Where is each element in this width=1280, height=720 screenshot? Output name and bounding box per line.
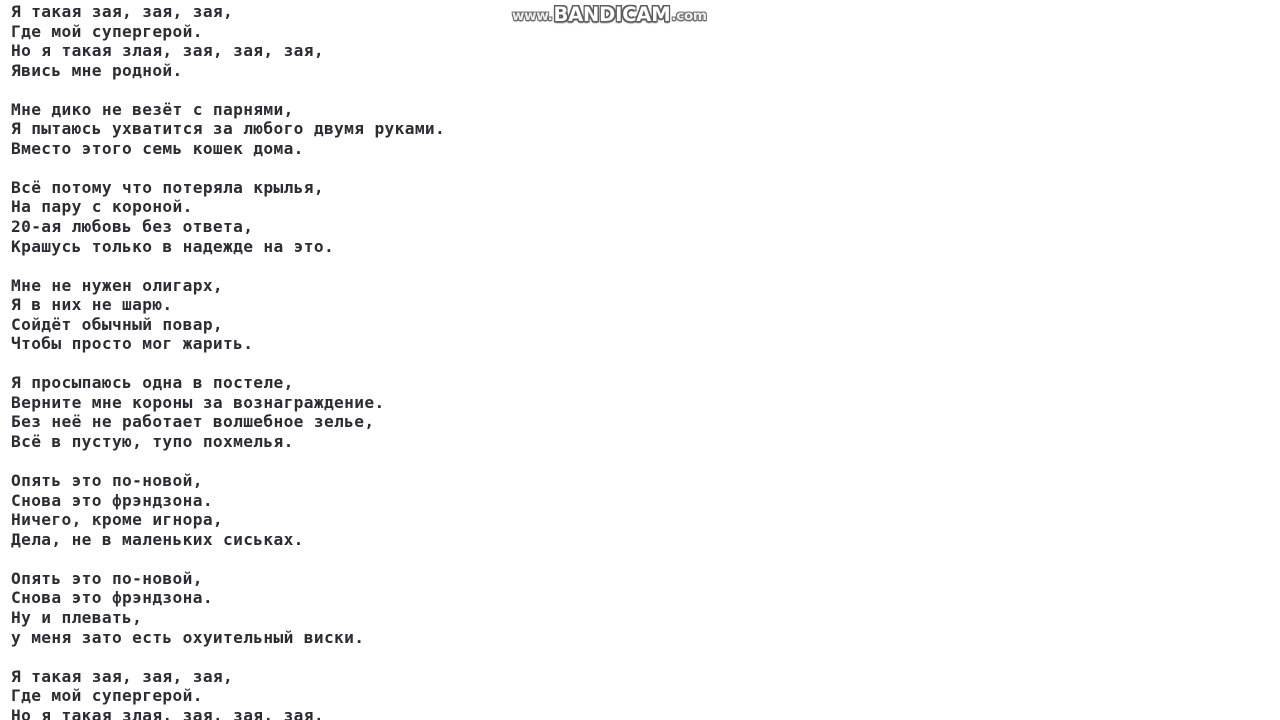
lyrics-line: Сойдёт обычный повар, <box>11 314 224 334</box>
lyrics-stanza: Я такая зая, зая, зая, Где мой супергерой… <box>11 667 1271 720</box>
lyrics-line: Без неё не работает волшебное зелье, <box>11 412 375 432</box>
lyrics-line: Я такая зая, зая, зая, <box>11 666 234 686</box>
lyrics-line: 20-ая любовь без ответа, <box>11 217 254 237</box>
lyrics-line: Опять это по-новой, <box>11 568 203 588</box>
lyrics-line: Верните мне короны за вознаграждение. <box>11 392 385 412</box>
watermark-prefix-text: www. <box>512 7 553 24</box>
lyrics-line: На пару с короной. <box>11 197 193 217</box>
lyrics-line: Но я такая злая, зая, зая, зая, <box>11 705 324 720</box>
lyrics-stanza: Мне не нужен олигарх, Я в них не шарю. Сой… <box>11 276 1271 354</box>
lyrics-video-frame: Я такая зая, зая, зая, Где мой супергерой… <box>0 0 1280 720</box>
lyrics-line: Ну и плевать, <box>11 607 143 627</box>
lyrics-stanza: Всё потому что потеряла крылья, На пару с… <box>11 178 1271 256</box>
lyrics-line: Крашусь только в надежде на это. <box>11 236 335 256</box>
watermark-brand-text: BANDICAM <box>553 3 671 27</box>
lyrics-line: Дела, не в маленьких сиськах. <box>11 529 304 549</box>
lyrics-line: Чтобы просто мог жарить. <box>11 334 254 354</box>
lyrics-line: у меня зато есть охуительный виски. <box>11 627 365 647</box>
lyrics-text-block: Я такая зая, зая, зая, Где мой супергерой… <box>11 2 1271 720</box>
lyrics-stanza: Опять это по-новой, Снова это фрэндзона. Н… <box>11 471 1271 549</box>
lyrics-line: Я в них не шарю. <box>11 295 173 315</box>
lyrics-line: Но я такая злая, зая, зая, зая, <box>11 41 324 61</box>
lyrics-stanza: Опять это по-новой, Снова это фрэндзона. Н… <box>11 569 1271 647</box>
lyrics-line: Ничего, кроме игнора, <box>11 510 224 530</box>
lyrics-line: Я пытаюсь ухватится за любого двумя рука… <box>11 119 446 139</box>
lyrics-line: Мне дико не везёт с парнями, <box>11 99 294 119</box>
lyrics-line: Всё в пустую, тупо похмелья. <box>11 432 294 452</box>
lyrics-line: Я просыпаюсь одна в постеле, <box>11 373 294 393</box>
watermark-suffix-text: .com <box>671 7 707 24</box>
lyrics-line: Всё потому что потеряла крылья, <box>11 177 324 197</box>
lyrics-line: Снова это фрэндзона. <box>11 588 213 608</box>
lyrics-stanza: Мне дико не везёт с парнями, Я пытаюсь ух… <box>11 100 1271 159</box>
lyrics-line: Опять это по-новой, <box>11 471 203 491</box>
lyrics-line: Явись мне родной. <box>11 60 183 80</box>
bandicam-watermark: www. BANDICAM .com <box>512 2 707 28</box>
lyrics-line: Снова это фрэндзона. <box>11 490 213 510</box>
lyrics-stanza: Я просыпаюсь одна в постеле, Верните мне … <box>11 373 1271 451</box>
lyrics-line: Где мой супергерой. <box>11 686 203 706</box>
lyrics-line: Вместо этого семь кошек дома. <box>11 138 304 158</box>
lyrics-line: Мне не нужен олигарх, <box>11 275 224 295</box>
